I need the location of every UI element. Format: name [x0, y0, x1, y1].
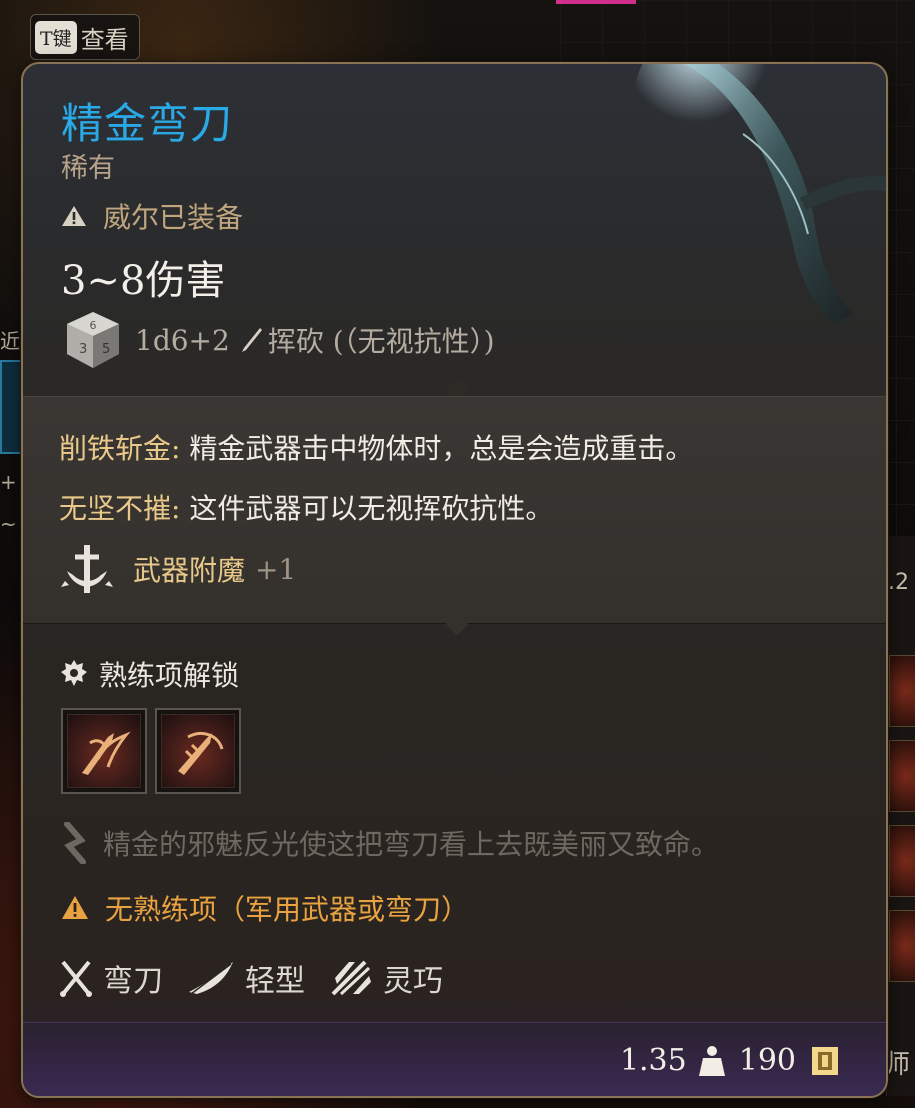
damage-dice-row: 6 3 5 1d6+2 挥砍 (（无视抗性）) — [61, 308, 495, 372]
enchant-label: 武器附魔 — [133, 554, 246, 587]
svg-text:3: 3 — [79, 342, 87, 357]
weight-price-row: 1.35 190 — [620, 1043, 840, 1078]
flavor-text-row: 精金的邪魅反光使这把弯刀看上去既美丽又致命。 — [61, 822, 719, 864]
weight-value: 1.35 — [619, 1043, 687, 1078]
equipped-status: 威尔已装备 — [61, 196, 243, 236]
svg-text:6: 6 — [90, 319, 97, 332]
proficiency-header: 熟练项解锁 — [61, 654, 239, 694]
enchant-row: 武器附魔 +1 — [59, 541, 296, 597]
proficiency-title: 熟练项解锁 — [99, 659, 240, 692]
slashing-icon — [241, 328, 262, 352]
equipped-text: 威尔已装备 — [103, 201, 244, 234]
property-label: 灵巧 — [383, 964, 443, 999]
agility-icon — [331, 960, 371, 996]
weapon-action-slot[interactable] — [61, 708, 147, 794]
key-badge: T键 — [35, 20, 77, 54]
background-panel — [886, 536, 915, 1096]
passives-section: 削铁斩金: 精金武器击中物体时，总是会造成重击。 无坚不摧: 这件武器可以无视挥… — [23, 396, 886, 624]
damage-range: 3~8伤害 — [61, 258, 226, 304]
inspect-hint[interactable]: T键 查看 — [30, 14, 140, 60]
passive-row: 无坚不摧: 这件武器可以无视挥砍抗性。 — [59, 487, 553, 527]
svg-text:5: 5 — [102, 342, 110, 357]
warning-icon — [62, 206, 86, 226]
passive-name: 削铁斩金: — [59, 432, 181, 465]
property-tag[interactable]: 轻型 — [187, 956, 305, 1000]
flavor-text: 精金的邪魅反光使这把弯刀看上去既美丽又致命。 — [103, 828, 720, 861]
damage-dice: 1d6+2 — [135, 323, 230, 357]
inspect-label: 查看 — [80, 25, 129, 54]
property-tag[interactable]: 灵巧 — [329, 956, 443, 1000]
weapon-action-slot[interactable] — [155, 708, 241, 794]
background-slot — [889, 655, 915, 727]
background-slot — [889, 910, 915, 982]
warning-text: 无熟练项（军用武器或弯刀） — [105, 893, 470, 926]
background-slot — [889, 740, 915, 812]
background-slot — [0, 360, 22, 454]
weapon-image — [633, 64, 886, 324]
tooltip-footer: 1.35 190 — [23, 1022, 886, 1096]
proficiency-warning: 无熟练项（军用武器或弯刀） — [61, 888, 469, 928]
background-text: + — [0, 470, 17, 494]
passive-name: 无坚不摧: — [59, 492, 181, 525]
passive-desc: 这件武器可以无视挥砍抗性。 — [189, 492, 554, 525]
property-label: 轻型 — [245, 964, 305, 999]
background-text: ~ — [0, 512, 17, 536]
weapon-action-icon — [82, 731, 131, 775]
feather-icon — [189, 962, 233, 995]
item-rarity: 稀有 — [61, 153, 115, 184]
weapon-properties: 弯刀 轻型 灵巧 — [59, 956, 467, 1000]
slot-background — [161, 714, 235, 788]
price-value: 190 — [738, 1043, 796, 1078]
crossed-swords-icon — [60, 960, 92, 997]
proficiency-icon — [61, 660, 87, 686]
gold-icon — [812, 1046, 838, 1075]
item-name: 精金弯刀 — [61, 99, 234, 148]
passive-row: 削铁斩金: 精金武器击中物体时，总是会造成重击。 — [59, 427, 693, 467]
quill-icon — [64, 822, 86, 864]
property-label: 弯刀 — [103, 964, 163, 999]
damage-type: 挥砍 (（无视抗性）) — [267, 325, 495, 358]
background-text: .2 — [888, 570, 909, 595]
passive-desc: 精金武器击中物体时，总是会造成重击。 — [189, 432, 694, 465]
enchant-value: +1 — [255, 552, 297, 586]
background-slot — [889, 825, 915, 897]
weapon-enchant-icon — [61, 545, 113, 593]
slot-background — [67, 714, 141, 788]
property-tag[interactable]: 弯刀 — [59, 956, 163, 1000]
weapon-action-icon — [178, 732, 224, 775]
background-highlight — [556, 0, 636, 4]
item-tooltip: 精金弯刀 稀有 威尔已装备 3~8伤害 6 3 5 1d6+2 挥砍 (（无视抗… — [21, 62, 888, 1098]
dice-icon: 6 3 5 — [67, 312, 119, 368]
warning-icon — [62, 896, 88, 919]
weight-icon — [698, 1045, 725, 1076]
weapon-actions — [61, 708, 241, 794]
